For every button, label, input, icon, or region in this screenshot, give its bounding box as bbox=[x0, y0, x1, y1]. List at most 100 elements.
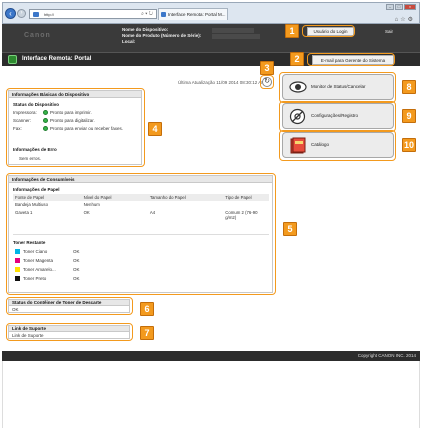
catalog-label: Catálogo bbox=[311, 142, 330, 147]
black-swatch-icon bbox=[15, 276, 20, 281]
search-refresh-icon[interactable]: ⌕ ▾ ↻ bbox=[141, 11, 153, 17]
copyright-text: Copyright CANON INC. 2014 bbox=[357, 353, 416, 358]
basic-info-panel: Informações Básicas do Dispositivo Statu… bbox=[8, 90, 142, 165]
column-header: Nível do Papel bbox=[81, 194, 148, 201]
paper-table: Fonte de Papel Nível do Papel Tamanho do… bbox=[13, 194, 269, 221]
table-cell: Bandeja Multiuso bbox=[15, 202, 48, 207]
location-label: Local: bbox=[122, 39, 136, 44]
address-bar[interactable]: http:// ⌕ ▾ ↻ bbox=[29, 9, 157, 19]
site-icon bbox=[33, 12, 39, 17]
tab-label: Interface Remota: Portal M... bbox=[168, 12, 226, 17]
waste-toner-status: OK bbox=[12, 307, 19, 312]
support-heading: Link de Suporte bbox=[9, 326, 129, 332]
toner-status: OK bbox=[73, 258, 80, 263]
toner-status: OK bbox=[73, 267, 80, 272]
portal-icon bbox=[8, 55, 17, 64]
yellow-swatch-icon bbox=[15, 267, 20, 272]
printer-status: Pronto para imprimir. bbox=[50, 110, 92, 115]
callout-3: 3 bbox=[260, 61, 274, 75]
table-row: Bandeja Multiuso Nenhum bbox=[13, 201, 269, 209]
fax-label: Fax: bbox=[13, 126, 22, 131]
table-cell bbox=[148, 201, 223, 209]
maximize-icon[interactable]: □ bbox=[395, 4, 403, 10]
last-update-text: Última Atualização 11/09 2014 08:30:12 A… bbox=[178, 80, 265, 85]
table-cell: A4 bbox=[149, 210, 156, 215]
printer-status-icon bbox=[43, 110, 48, 115]
table-row: Gaveta 1 OK A4 Comum 2 (76-90 g/m2) bbox=[13, 209, 269, 221]
basic-info-heading: Informações Básicas do Dispositivo bbox=[9, 91, 141, 98]
device-info-values bbox=[212, 27, 260, 39]
toner-status: OK bbox=[73, 249, 80, 254]
toner-name: Toner Magenta bbox=[23, 258, 54, 263]
eye-icon bbox=[289, 81, 307, 93]
callout-5: 5 bbox=[283, 222, 297, 236]
table-cell: Gaveta 1 bbox=[15, 210, 33, 215]
refresh-icon[interactable]: ↻ bbox=[262, 77, 272, 87]
toner-name: Toner Amarelo... bbox=[23, 267, 56, 272]
callout-7: 7 bbox=[140, 326, 154, 340]
device-header: Canon Nome do Dispositivo: Nome do Produ… bbox=[2, 24, 420, 52]
forward-arrow-icon[interactable]: › bbox=[17, 9, 26, 18]
printer-label: Impressora: bbox=[13, 110, 37, 115]
support-panel: Link de Suporte Link de Suporte bbox=[8, 325, 130, 339]
paper-info-heading: Informações de Papel bbox=[13, 187, 60, 192]
settings-label: Configurações/Registro bbox=[311, 113, 359, 118]
device-info-labels: Nome do Dispositivo: Nome do Produto (Nú… bbox=[122, 27, 201, 45]
address-text: http:// bbox=[44, 12, 55, 17]
toner-status: OK bbox=[73, 276, 80, 281]
logout-link[interactable]: Sair bbox=[385, 29, 393, 34]
book-icon bbox=[290, 137, 306, 154]
magenta-swatch-icon bbox=[15, 258, 20, 263]
catalog-button[interactable]: Catálogo bbox=[282, 132, 394, 158]
column-header: Tamanho do Papel bbox=[147, 194, 224, 201]
settings-button[interactable]: Configurações/Registro bbox=[282, 103, 394, 129]
table-cell: OK bbox=[83, 210, 90, 215]
cyan-swatch-icon bbox=[15, 249, 20, 254]
status-monitor-label: Monitor de Status/Cancelar bbox=[311, 84, 366, 89]
error-info-value: Sem erros. bbox=[19, 156, 42, 161]
fax-status: Pronto para enviar ou receber faxes. bbox=[50, 126, 124, 131]
page-bottom-area bbox=[2, 361, 420, 428]
paper-table-header: Fonte de Papel Nível do Papel Tamanho do… bbox=[13, 194, 269, 201]
callout-9: 9 bbox=[402, 109, 416, 123]
device-status-heading: Status do Dispositivo bbox=[13, 102, 60, 107]
waste-toner-panel: Status do Contêiner de Toner de Descarte… bbox=[8, 299, 130, 313]
window-controls: – □ × bbox=[386, 4, 416, 10]
browser-toolbar: ‹ › http:// ⌕ ▾ ↻ Interface Remota: Port… bbox=[2, 2, 420, 24]
toner-name: Toner Preto bbox=[23, 276, 47, 281]
email-highlight bbox=[307, 53, 395, 66]
close-icon[interactable]: × bbox=[404, 4, 416, 10]
toner-name: Toner Ciano bbox=[23, 249, 48, 254]
browser-tab[interactable]: Interface Remota: Portal M... bbox=[158, 8, 228, 20]
tab-favicon-icon bbox=[161, 12, 166, 17]
minimize-icon[interactable]: – bbox=[386, 4, 394, 10]
status-monitor-button[interactable]: Monitor de Status/Cancelar bbox=[282, 74, 394, 100]
footer-bar: Copyright CANON INC. 2014 bbox=[2, 351, 420, 361]
support-link[interactable]: Link de Suporte bbox=[12, 333, 44, 338]
callout-8: 8 bbox=[402, 80, 416, 94]
gear-wrench-icon bbox=[289, 108, 306, 125]
column-header: Tipo de Papel bbox=[223, 194, 269, 201]
column-header: Fonte de Papel bbox=[13, 194, 82, 201]
callout-4: 4 bbox=[148, 122, 162, 136]
callout-10: 10 bbox=[402, 138, 416, 152]
scanner-status: Pronto para digitalizar. bbox=[50, 118, 95, 123]
callout-2: 2 bbox=[290, 52, 304, 66]
scanner-status-icon bbox=[43, 118, 48, 123]
brand-logo: Canon bbox=[24, 32, 51, 39]
table-cell: Comum 2 (76-90 g/m2) bbox=[225, 210, 258, 220]
page-title: Interface Remota: Portal bbox=[22, 56, 92, 62]
login-highlight bbox=[302, 25, 355, 37]
table-cell: Nenhum bbox=[83, 202, 100, 207]
table-cell bbox=[223, 201, 269, 209]
waste-toner-heading: Status do Contêiner de Toner de Descarte bbox=[9, 300, 129, 306]
toner-heading: Toner Restante bbox=[13, 240, 46, 245]
home-star-gear-icon[interactable]: ⌂☆⚙ bbox=[395, 16, 415, 23]
fax-status-icon bbox=[43, 126, 48, 131]
error-info-heading: Informações de Erro bbox=[13, 147, 57, 152]
consumables-heading: Informações de Consumíveis bbox=[9, 176, 272, 183]
consumables-panel: Informações de Consumíveis Informações d… bbox=[8, 175, 273, 293]
divider bbox=[13, 234, 269, 235]
back-arrow-icon[interactable]: ‹ bbox=[5, 8, 16, 19]
scanner-label: Scanner: bbox=[13, 118, 32, 123]
